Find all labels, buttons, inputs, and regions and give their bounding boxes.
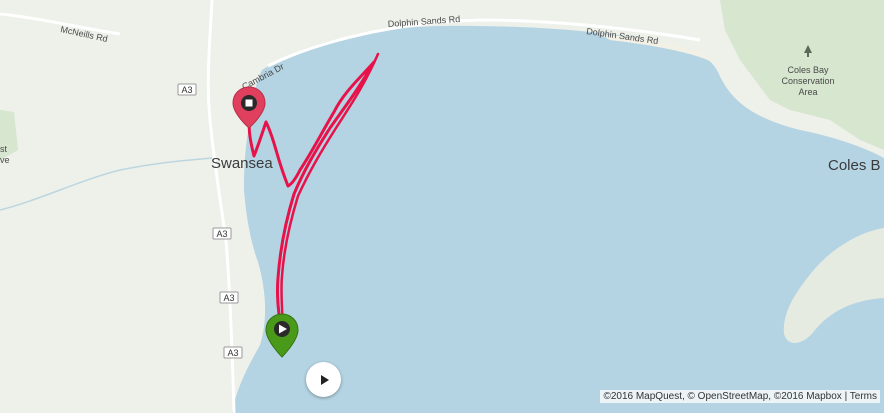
map-attribution[interactable]: ©2016 MapQuest, © OpenStreetMap, ©2016 M… (600, 390, 880, 403)
label-conservation-1: Coles Bay (787, 65, 829, 75)
label-coles-bay: Coles B (828, 157, 881, 174)
play-button[interactable] (306, 362, 341, 397)
road-shield-a3-4: A3 (223, 346, 243, 359)
map-view[interactable]: McNeills Rd Dolphin Sands Rd Dolphin San… (0, 0, 884, 413)
road-shield-a3-1: A3 (177, 83, 197, 96)
road-shield-a3-2: A3 (212, 227, 232, 240)
label-conservation-2: Conservation (781, 76, 834, 86)
svg-text:A3: A3 (181, 85, 192, 95)
svg-text:A3: A3 (227, 348, 238, 358)
label-swansea: Swansea (211, 155, 273, 172)
play-icon (320, 374, 329, 385)
label-conservation-3: Area (798, 87, 817, 97)
road-shield-a3-3: A3 (219, 291, 239, 304)
label-left-fragment-1: st (0, 144, 8, 154)
map-canvas: McNeills Rd Dolphin Sands Rd Dolphin San… (0, 0, 884, 413)
label-left-fragment-2: ve (0, 155, 10, 165)
stop-icon (245, 99, 253, 107)
svg-text:A3: A3 (223, 293, 234, 303)
svg-text:A3: A3 (216, 229, 227, 239)
